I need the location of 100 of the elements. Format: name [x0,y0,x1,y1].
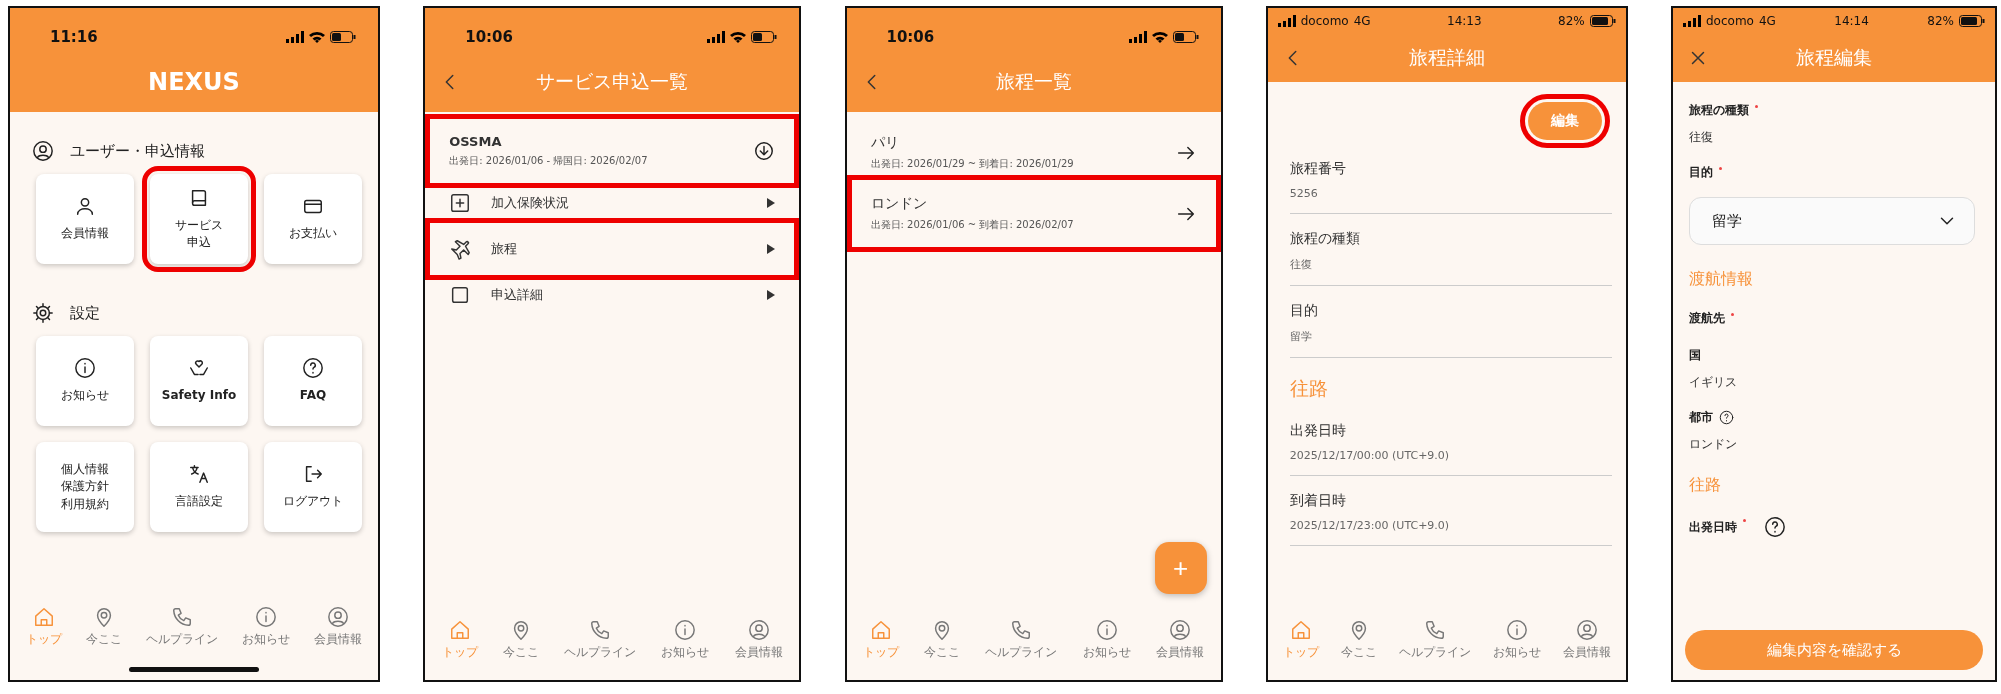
screen-title: 旅程一覧 [994,69,1073,94]
wifi-icon [309,31,325,43]
tab-bar-item[interactable]: 会員情報 [308,605,368,649]
menu-tile[interactable]: Safety Info [150,336,248,426]
phone-icon [171,606,193,628]
field-label: 旅程番号 [1289,160,1347,178]
screen-title: サービス申込一覧 [535,69,690,94]
tab-bar-item[interactable]: お知らせ [655,618,716,662]
carrier-name: docomo [1300,14,1349,28]
phone-icon [1010,619,1033,641]
tile-label-line: 個人情報 [61,460,109,478]
section-heading: 往路 [1289,376,1329,401]
status-time: 10:06 [465,28,513,46]
field-value: 2025/12/17/00:00 (UTC+9.0) [1289,449,1451,462]
select-value: 留学 [1712,211,1742,231]
battery-icon [1959,15,1985,27]
wifi-icon [730,31,747,43]
menu-label: 申込詳細 [491,286,545,304]
settings-icon [32,302,54,324]
item-title: パリ [870,134,900,152]
info-icon [74,357,96,380]
battery-percent: 82% [1927,14,1954,28]
field-label: 目的 [1689,164,1713,181]
network-type: 4G [1353,14,1371,28]
network-type: 4G [1758,14,1776,28]
tab-bar-item[interactable]: 会員情報 [1149,618,1210,662]
signal-icon [1128,31,1147,43]
caret-icon [767,198,776,208]
menu-label: 旅程 [491,240,519,258]
signal-icon [286,31,304,43]
tab-bar-item[interactable]: 今ここ [918,618,967,662]
home-icon [870,619,893,641]
tab-bar-item[interactable]: ヘルプライン [140,605,224,649]
menu-row[interactable]: 申込詳細 [433,272,792,318]
profile-icon [1575,619,1598,641]
section-heading: 往路 [1689,474,1722,496]
menu-tile[interactable]: 言語設定 [150,442,248,532]
required-mark [1719,167,1722,170]
item-title: ロンドン [870,195,928,213]
status-time: 14:14 [1834,14,1869,28]
tab-bar-item[interactable]: ヘルプライン [1392,618,1477,662]
field-value: ロンドン [1689,436,1738,453]
menu-tile[interactable]: お知らせ [36,336,134,426]
tile-label-line: 申込 [187,234,211,251]
home-icon [448,619,471,641]
screen-title: 旅程詳細 [1407,45,1486,70]
menu-tile[interactable]: お支払い [264,174,362,264]
tile-label-line: サービス [175,216,223,234]
app-logo-text: NEXUS [147,68,241,96]
menu-tile[interactable]: ログアウト [264,442,362,532]
tab-bar-item[interactable]: 今ここ [497,618,546,662]
field-label: 出発日時 [1289,422,1347,440]
tab-bar-item[interactable]: お知らせ [1486,618,1547,662]
menu-tile[interactable]: FAQ [264,336,362,426]
field-value: 往復 [1289,257,1313,272]
menu-row[interactable]: 旅程 [433,226,792,272]
tab-bar-item[interactable]: お知らせ [1076,618,1137,662]
field-label: 到着日時 [1289,492,1347,510]
battery-icon [330,31,356,43]
signal-icon [1277,15,1296,27]
wifi-icon [1151,31,1168,43]
tile-label-line: 保護方針 [61,478,109,496]
menu-label: 加入保険状況 [491,194,571,212]
menu-row[interactable]: 加入保険状況 [433,180,792,226]
tab-bar-item[interactable]: 会員情報 [1556,618,1617,662]
status-time: 14:13 [1447,14,1482,28]
required-mark [1743,519,1746,522]
tab-bar-item[interactable]: 今ここ [80,605,128,649]
caret-icon [767,244,776,254]
carrier-name: docomo [1706,14,1754,28]
tab-bar-item[interactable]: ヘルプライン [979,618,1064,662]
tab-bar-item[interactable]: ヘルプライン [558,618,643,662]
section-heading: 渡航情報 [1689,268,1754,290]
tab-bar-item[interactable]: 会員情報 [728,618,789,662]
field-label: 出発日時 [1689,518,1737,536]
help-icon [302,357,324,380]
home-icon [33,606,55,628]
field-value: 5256 [1289,187,1319,200]
section-title: ユーザー・申込情報 [70,141,205,161]
field-label: 都市 [1689,409,1713,426]
phone-icon [1423,619,1446,641]
signal-icon [1683,15,1701,27]
battery-icon [751,31,778,43]
menu-tile[interactable]: 会員情報 [36,174,134,264]
tab-bar-item[interactable]: お知らせ [236,605,296,649]
tab-bar-item[interactable]: 今ここ [1334,618,1383,662]
section-title: 設定 [70,303,100,323]
signal-icon [707,31,726,43]
item-dates: 出発日: 2026/01/06 ~ 到着日: 2026/02/07 [870,218,1074,232]
plus-square-icon [449,192,472,214]
menu-tile[interactable]: 個人情報 保護方針 利用規約 [36,442,134,532]
airplane-icon [449,238,472,260]
info-icon [1095,619,1118,641]
profile-icon [747,619,770,641]
status-time: 11:16 [50,28,98,46]
field-value: イギリス [1689,374,1738,391]
field-value: 2025/12/17/23:00 (UTC+9.0) [1289,519,1451,532]
purpose-select[interactable]: 留学 [1689,197,1975,245]
item-title: OSSMA [449,134,503,149]
help-icon [1764,516,1786,538]
